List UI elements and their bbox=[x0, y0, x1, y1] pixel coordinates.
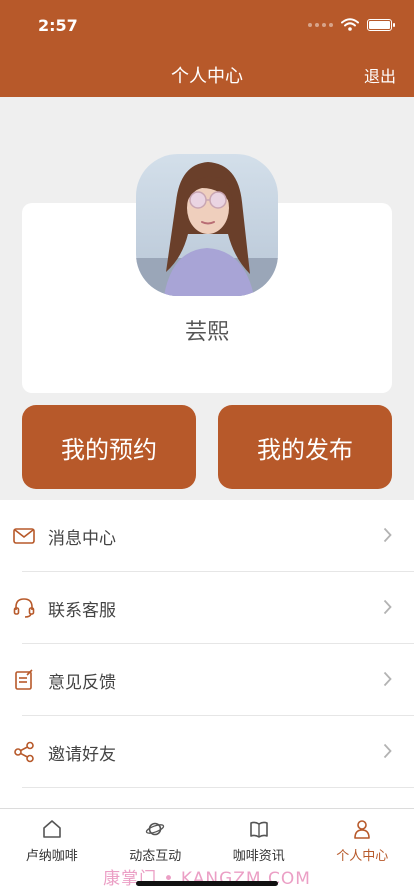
menu-item-feedback[interactable]: 意见反馈 bbox=[0, 644, 414, 716]
headset-icon bbox=[12, 596, 36, 620]
planet-icon bbox=[143, 817, 167, 841]
battery-icon bbox=[367, 18, 395, 31]
menu-item-customer-service[interactable]: 联系客服 bbox=[0, 572, 414, 644]
menu-item-label: 意见反馈 bbox=[48, 672, 116, 693]
my-posts-button[interactable]: 我的发布 bbox=[218, 405, 392, 489]
wifi-icon bbox=[341, 18, 359, 31]
person-icon bbox=[350, 817, 374, 841]
menu-item-label: 邀请好友 bbox=[48, 744, 116, 765]
signal-icon bbox=[308, 22, 333, 27]
tab-label: 动态互动 bbox=[129, 849, 182, 864]
status-icons bbox=[308, 18, 395, 31]
avatar[interactable] bbox=[136, 154, 278, 296]
feedback-icon bbox=[12, 668, 36, 692]
menu-item-messages[interactable]: 消息中心 bbox=[0, 500, 414, 572]
menu-item-invite-friends[interactable]: 邀请好友 bbox=[0, 716, 414, 788]
top-bar: 2:57 个人中心 退出 bbox=[0, 0, 414, 97]
page-title: 个人中心 bbox=[171, 66, 243, 87]
menu-item-label: 联系客服 bbox=[48, 600, 116, 621]
settings-menu: 消息中心 联系客服 意见反馈 邀请好友 bbox=[0, 500, 414, 808]
tab-label: 个人中心 bbox=[336, 849, 389, 864]
my-appointments-button[interactable]: 我的预约 bbox=[22, 405, 196, 489]
envelope-icon bbox=[12, 524, 36, 548]
home-indicator bbox=[136, 881, 278, 886]
chevron-right-icon bbox=[383, 527, 392, 543]
book-icon bbox=[247, 817, 271, 841]
chevron-right-icon bbox=[383, 671, 392, 687]
tab-label: 卢纳咖啡 bbox=[25, 849, 78, 864]
chevron-right-icon bbox=[383, 599, 392, 615]
share-icon bbox=[12, 740, 36, 764]
home-icon bbox=[40, 817, 64, 841]
tab-label: 咖啡资讯 bbox=[232, 849, 285, 864]
menu-item-label: 消息中心 bbox=[48, 528, 116, 549]
status-time: 2:57 bbox=[38, 16, 78, 35]
logout-button[interactable]: 退出 bbox=[364, 63, 396, 87]
chevron-right-icon bbox=[383, 743, 392, 759]
username: 芸熙 bbox=[184, 320, 229, 345]
